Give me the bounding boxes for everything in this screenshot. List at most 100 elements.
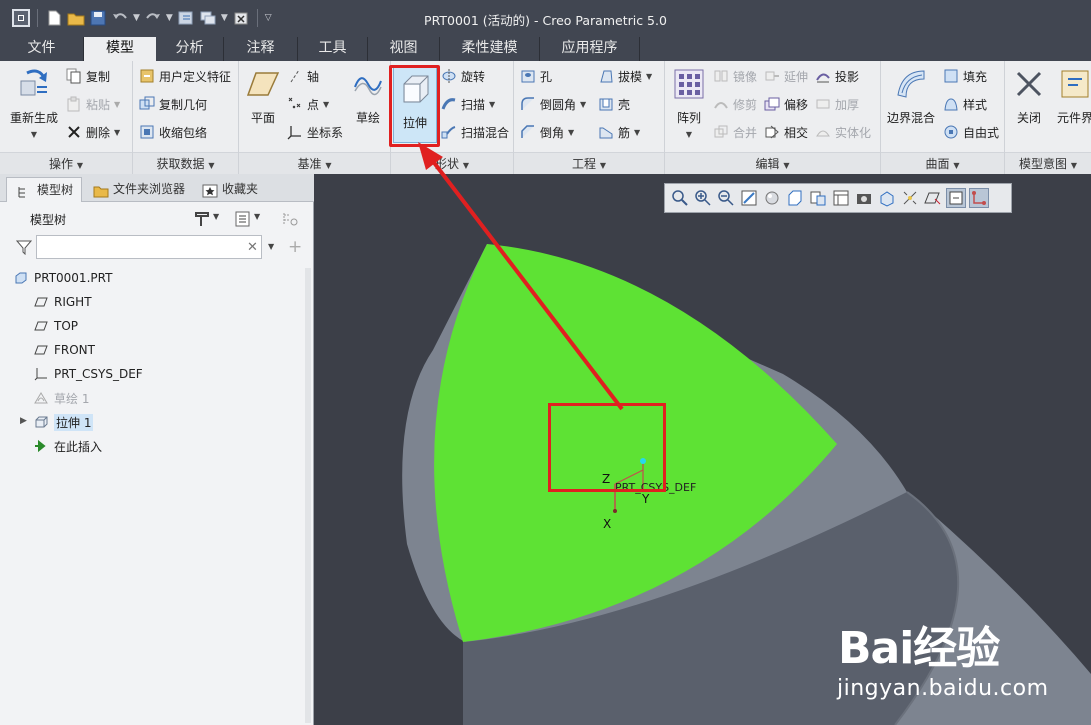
tab-view[interactable]: 视图	[368, 37, 440, 61]
datum-display-icon[interactable]	[901, 189, 919, 207]
point-button[interactable]: 点 ▼	[287, 93, 329, 115]
tab-model-tree[interactable]: 模型树	[6, 177, 82, 202]
rib-dropdown-icon[interactable]: ▼	[634, 128, 640, 137]
pattern-button[interactable]: 阵列 ▼	[669, 67, 709, 139]
refit-icon[interactable]	[671, 189, 689, 207]
repaint-icon[interactable]	[740, 189, 758, 207]
group-engineering-label[interactable]: 工程 ▼	[514, 152, 664, 174]
zoom-out-icon[interactable]	[717, 189, 735, 207]
section-icon[interactable]	[878, 189, 896, 207]
hole-button[interactable]: 孔	[520, 65, 552, 87]
component-interface-button[interactable]: 元件界	[1053, 67, 1091, 126]
close-button[interactable]: 关闭	[1009, 67, 1049, 126]
group-editing-label[interactable]: 编辑 ▼	[665, 152, 880, 174]
tree-item-extrude[interactable]: 拉伸 1	[34, 411, 94, 433]
delete-dropdown-icon[interactable]: ▼	[114, 128, 120, 137]
paste-dropdown-icon[interactable]: ▼	[114, 100, 120, 109]
trim-button[interactable]: 修剪	[713, 93, 757, 115]
chamfer-button[interactable]: 倒角 ▼	[520, 121, 574, 143]
settings-tools-icon[interactable]	[193, 210, 211, 228]
group-shapes-label[interactable]: 形状 ▼	[391, 152, 513, 174]
saved-orientations-icon[interactable]	[809, 189, 827, 207]
tab-annotate[interactable]: 注释	[224, 37, 298, 61]
spin-center-icon[interactable]	[763, 189, 781, 207]
perspective-icon[interactable]	[855, 189, 873, 207]
round-dropdown-icon[interactable]: ▼	[580, 100, 586, 109]
group-surfaces-label[interactable]: 曲面 ▼	[881, 152, 1004, 174]
expand-arrow-icon[interactable]: ▶	[20, 416, 27, 426]
pattern-dropdown-icon[interactable]: ▼	[669, 130, 709, 139]
zoom-in-icon[interactable]	[694, 189, 712, 207]
group-datum-label[interactable]: 基准 ▼	[239, 152, 390, 174]
tree-item-top[interactable]: TOP	[34, 315, 78, 337]
csys-button[interactable]: 坐标系	[287, 121, 343, 143]
shrinkwrap-button[interactable]: 收缩包络	[139, 121, 207, 143]
swept-blend-button[interactable]: 扫描混合	[441, 121, 509, 143]
draft-dropdown-icon[interactable]: ▼	[646, 72, 652, 81]
tree-item-right[interactable]: RIGHT	[34, 291, 92, 313]
sweep-dropdown-icon[interactable]: ▼	[489, 100, 495, 109]
offset-button[interactable]: 偏移	[764, 93, 808, 115]
tree-settings-dropdown-icon[interactable]: ▼	[254, 212, 260, 221]
delete-button[interactable]: 删除 ▼	[66, 121, 120, 143]
annotation-display-icon[interactable]	[924, 189, 942, 207]
point-dropdown-icon[interactable]: ▼	[323, 100, 329, 109]
tab-file[interactable]: 文件	[0, 37, 84, 61]
axis-button[interactable]: 轴	[287, 65, 319, 87]
regenerate-button[interactable]: 重新生成 ▼	[6, 67, 62, 139]
copy-geometry-button[interactable]: 复制几何	[139, 93, 207, 115]
tab-tools[interactable]: 工具	[298, 37, 368, 61]
tab-favorites[interactable]: 收藏夹	[192, 177, 266, 202]
display-style-icon[interactable]	[786, 189, 804, 207]
group-model-intent-label[interactable]: 模型意图 ▼	[1005, 152, 1091, 174]
rib-button[interactable]: 筋 ▼	[598, 121, 640, 143]
fill-button[interactable]: 填充	[943, 65, 987, 87]
tab-analysis[interactable]: 分析	[156, 37, 224, 61]
sweep-button[interactable]: 扫描 ▼	[441, 93, 495, 115]
copy-button[interactable]: 复制	[66, 65, 110, 87]
tab-folder-browser[interactable]: 文件夹浏览器	[83, 177, 191, 202]
boundary-blend-button[interactable]: 边界混合	[885, 67, 937, 126]
add-filter-icon[interactable]: +	[288, 237, 302, 257]
tab-model[interactable]: 模型	[84, 37, 156, 61]
group-get-data-label[interactable]: 获取数据 ▼	[133, 152, 238, 174]
chamfer-dropdown-icon[interactable]: ▼	[568, 128, 574, 137]
clear-filter-icon[interactable]: ✕	[247, 240, 258, 255]
filter-input[interactable]	[36, 235, 262, 259]
filter-dropdown-icon[interactable]: ▼	[268, 242, 274, 251]
intersect-button[interactable]: 相交	[764, 121, 808, 143]
thicken-button[interactable]: 加厚	[815, 93, 859, 115]
show-hide-icon[interactable]	[281, 210, 299, 228]
udf-button[interactable]: 用户定义特征	[139, 65, 231, 87]
revolve-button[interactable]: 旋转	[441, 65, 485, 87]
settings-tools-dropdown-icon[interactable]: ▼	[213, 212, 219, 221]
tree-item-sketch[interactable]: 草绘 1	[34, 387, 89, 409]
tree-scrollbar[interactable]	[305, 268, 311, 723]
plane-button[interactable]: 平面	[245, 67, 281, 126]
draft-button[interactable]: 拔模 ▼	[598, 65, 652, 87]
filter-icon[interactable]	[15, 239, 33, 256]
merge-button[interactable]: 合并	[713, 121, 757, 143]
tree-item-csys[interactable]: PRT_CSYS_DEF	[34, 363, 143, 385]
tree-item-part[interactable]: PRT0001.PRT	[14, 267, 112, 289]
regenerate-dropdown-icon[interactable]: ▼	[6, 130, 62, 139]
round-button[interactable]: 倒圆角 ▼	[520, 93, 586, 115]
project-button[interactable]: 投影	[815, 65, 859, 87]
csys-display-icon[interactable]	[969, 188, 989, 208]
group-operations-label[interactable]: 操作 ▼	[0, 152, 132, 174]
tab-flexible-modeling[interactable]: 柔性建模	[440, 37, 540, 61]
tab-applications[interactable]: 应用程序	[540, 37, 640, 61]
tree-settings-icon[interactable]	[234, 210, 252, 228]
paste-button[interactable]: 粘贴 ▼	[66, 93, 120, 115]
view-manager-icon[interactable]	[832, 189, 850, 207]
freestyle-button[interactable]: 自由式	[943, 121, 999, 143]
spin-center-toggle-icon[interactable]	[946, 188, 966, 208]
solidify-button[interactable]: 实体化	[815, 121, 871, 143]
shell-button[interactable]: 壳	[598, 93, 630, 115]
tree-item-front[interactable]: FRONT	[34, 339, 95, 361]
tree-item-insert-here[interactable]: 在此插入	[34, 435, 102, 457]
style-button[interactable]: 样式	[943, 93, 987, 115]
sketch-button[interactable]: 草绘	[349, 67, 387, 126]
mirror-button[interactable]: 镜像	[713, 65, 757, 87]
extend-button[interactable]: 延伸	[764, 65, 808, 87]
